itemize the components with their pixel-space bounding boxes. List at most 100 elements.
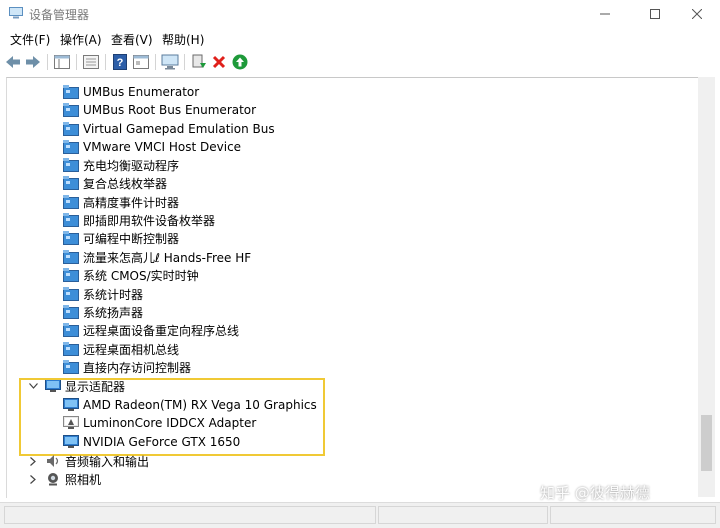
tree-item-label: 复合总线枚举器: [83, 176, 168, 191]
status-cell: [550, 506, 716, 524]
properties-icon: [54, 55, 70, 69]
menu-bar: 文件(F) 操作(A) 查看(V) 帮助(H): [0, 29, 720, 49]
uninstall-x-icon: [212, 55, 226, 69]
view-icon: [83, 55, 99, 69]
minimize-button[interactable]: [582, 0, 628, 28]
scrollbar-thumb[interactable]: [701, 415, 712, 471]
tree-item[interactable]: 远程桌面设备重定向程序总线: [63, 321, 239, 339]
tree-item-label: 可编程中断控制器: [83, 231, 180, 246]
chevron-right-icon: [30, 456, 36, 466]
tree-item-label: UMBus Enumerator: [83, 85, 200, 99]
close-button[interactable]: [674, 0, 720, 28]
minimize-icon: [600, 13, 610, 15]
tree-item[interactable]: UMBus Root Bus Enumerator: [63, 101, 256, 119]
tree-item-label: 系统 CMOS/实时时钟: [83, 268, 199, 283]
system-device-icon: [63, 268, 79, 282]
menu-view[interactable]: 查看(V): [111, 31, 153, 48]
expand-audio[interactable]: [28, 456, 38, 466]
tree-category-label: 照相机: [65, 472, 102, 487]
tree-item[interactable]: Virtual Gamepad Emulation Bus: [63, 120, 275, 138]
system-device-icon: [63, 158, 79, 172]
expand-cameras[interactable]: [28, 474, 38, 484]
maximize-icon: [650, 9, 660, 19]
action-button[interactable]: [132, 53, 150, 71]
tree-item[interactable]: 即插即用软件设备枚举器: [63, 211, 215, 229]
tree-item[interactable]: 直接内存访问控制器: [63, 358, 191, 376]
system-device-icon: [63, 140, 79, 154]
system-device-icon: [63, 122, 79, 136]
vertical-scrollbar[interactable]: [698, 77, 715, 497]
svg-text:?: ?: [117, 57, 124, 69]
help-icon: ?: [113, 54, 127, 70]
system-device-icon: [63, 323, 79, 337]
title-bar: 设备管理器: [0, 0, 720, 28]
tree-item[interactable]: 系统计时器: [63, 285, 143, 303]
tree-item-label: 流量来怎高儿ℓ Hands-Free HF: [83, 250, 252, 265]
update-driver-icon: [192, 54, 206, 68]
tree-item-label: 高精度事件计时器: [83, 195, 180, 210]
tree-item[interactable]: 充电均衡驱动程序: [63, 156, 179, 174]
update-driver-button[interactable]: [190, 53, 208, 71]
forward-arrow-icon: [26, 56, 40, 68]
menu-help[interactable]: 帮助(H): [162, 31, 204, 48]
tree-category-cameras[interactable]: 照相机: [45, 470, 101, 488]
system-device-icon: [63, 85, 79, 99]
system-device-icon: [63, 305, 79, 319]
tree-item[interactable]: VMware VMCI Host Device: [63, 138, 241, 156]
menu-action[interactable]: 操作(A): [60, 31, 102, 48]
system-device-icon: [63, 213, 79, 227]
forward-button[interactable]: [24, 53, 42, 71]
tree-item[interactable]: 可编程中断控制器: [63, 229, 179, 247]
back-arrow-icon: [6, 56, 20, 68]
window-title: 设备管理器: [29, 8, 90, 22]
status-bar: [0, 502, 720, 528]
tree-item-label: 直接内存访问控制器: [83, 360, 192, 375]
tree-item[interactable]: 远程桌面相机总线: [63, 340, 179, 358]
maximize-button[interactable]: [632, 0, 678, 28]
tree-item[interactable]: 流量来怎高儿ℓ Hands-Free HF: [63, 248, 251, 266]
tree-item-label: 系统计时器: [83, 287, 144, 302]
properties-button[interactable]: [53, 53, 71, 71]
toolbar: ?: [0, 50, 720, 75]
tree-item[interactable]: 系统扬声器: [63, 303, 143, 321]
tree-item-label: 系统扬声器: [83, 305, 144, 320]
speaker-icon: [47, 455, 59, 467]
tree-item-label: 充电均衡驱动程序: [83, 158, 180, 173]
system-device-icon: [63, 231, 79, 245]
status-cell: [378, 506, 548, 524]
watermark: 知乎 @彼得赫德: [540, 484, 650, 502]
enable-device-button[interactable]: [231, 53, 249, 71]
system-device-icon: [63, 342, 79, 356]
tree-item-label: Virtual Gamepad Emulation Bus: [83, 122, 275, 136]
highlight-box: [19, 378, 325, 456]
tree-item[interactable]: UMBus Enumerator: [63, 83, 199, 101]
uninstall-button[interactable]: [210, 53, 228, 71]
chevron-right-icon: [30, 474, 36, 484]
system-device-icon: [63, 176, 79, 190]
system-device-icon: [63, 250, 79, 264]
tree-item[interactable]: 高精度事件计时器: [63, 193, 179, 211]
tree-item-label: UMBus Root Bus Enumerator: [83, 103, 257, 117]
device-tree[interactable]: UMBus Enumerator UMBus Root Bus Enumerat…: [6, 77, 715, 498]
status-cell: [4, 506, 376, 524]
tree-item-label: 远程桌面设备重定向程序总线: [83, 323, 240, 338]
system-device-icon: [63, 103, 79, 117]
device-manager-app-icon: [9, 7, 23, 19]
view-button[interactable]: [82, 53, 100, 71]
menu-file[interactable]: 文件(F): [10, 31, 50, 48]
close-icon: [692, 9, 702, 19]
camera-icon: [48, 473, 58, 486]
back-button[interactable]: [4, 53, 22, 71]
tree-item[interactable]: 复合总线枚举器: [63, 174, 167, 192]
help-button[interactable]: ?: [111, 53, 129, 71]
tree-item[interactable]: 系统 CMOS/实时时钟: [63, 266, 199, 284]
tree-item-label: 即插即用软件设备枚举器: [83, 213, 216, 228]
system-device-icon: [63, 287, 79, 301]
enable-device-icon: [232, 54, 248, 70]
tree-category-label: 音频输入和输出: [65, 454, 150, 469]
scan-hardware-button[interactable]: [161, 53, 179, 71]
tree-item-label: 远程桌面相机总线: [83, 342, 180, 357]
system-device-icon: [63, 360, 79, 374]
monitor-icon: [161, 54, 179, 70]
tree-category-audio[interactable]: 音频输入和输出: [45, 452, 149, 470]
